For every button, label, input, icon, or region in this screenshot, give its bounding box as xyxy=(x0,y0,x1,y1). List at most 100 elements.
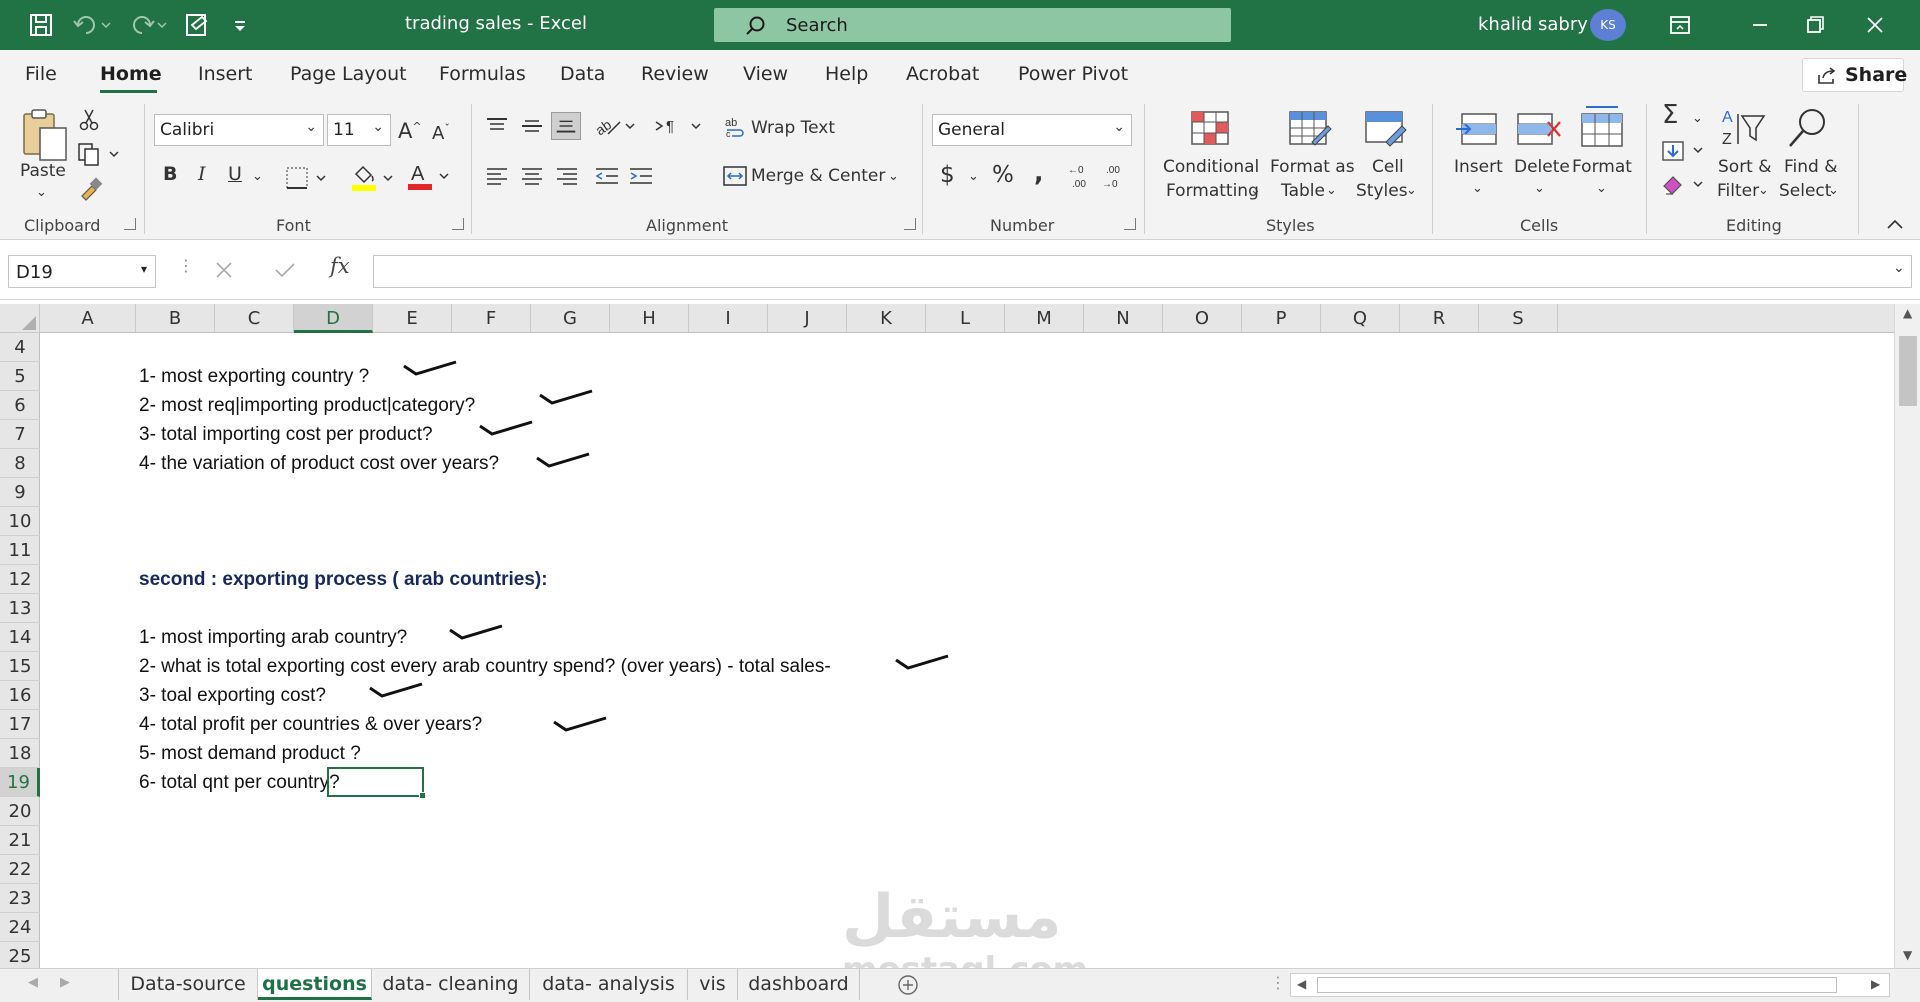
search-box[interactable]: Search xyxy=(714,8,1231,42)
italic-icon[interactable]: I xyxy=(198,163,206,185)
row-header-18[interactable]: 18 xyxy=(0,739,40,768)
align-center-icon[interactable] xyxy=(520,166,544,186)
clear-icon[interactable] xyxy=(1660,172,1708,196)
row-header-14[interactable]: 14 xyxy=(0,623,40,652)
column-header-b[interactable]: B xyxy=(136,304,215,333)
scroll-up-icon[interactable]: ▲ xyxy=(1903,306,1912,320)
font-color-icon[interactable]: A xyxy=(406,160,454,192)
row-header-19[interactable]: 19 xyxy=(0,768,40,797)
vertical-scrollbar[interactable]: ▲ ▼ xyxy=(1894,304,1920,968)
insert-cells-icon[interactable] xyxy=(1454,110,1500,150)
cut-icon[interactable] xyxy=(78,108,100,132)
scroll-down-icon[interactable]: ▼ xyxy=(1903,948,1912,962)
align-middle-icon[interactable] xyxy=(520,116,544,136)
insert-cells-dropdown-icon[interactable]: ⌄ xyxy=(1472,178,1483,200)
form-icon[interactable] xyxy=(184,13,210,37)
merge-dropdown-icon[interactable]: ⌄ xyxy=(888,166,899,188)
cell-b6[interactable]: 2- most req|importing product|category? xyxy=(139,391,475,420)
copy-icon[interactable] xyxy=(76,142,122,166)
ribbon-display-options-icon[interactable] xyxy=(1665,12,1695,38)
column-header-a[interactable]: A xyxy=(40,304,136,333)
cancel-entry-icon[interactable] xyxy=(214,260,234,280)
insert-cells-label[interactable]: Insert xyxy=(1454,156,1503,178)
row-header-6[interactable]: 6 xyxy=(0,391,40,420)
cell-styles-dropdown-icon[interactable]: ⌄ xyxy=(1406,180,1417,202)
row-header-23[interactable]: 23 xyxy=(0,884,40,913)
delete-cells-icon[interactable] xyxy=(1516,110,1562,150)
conditional-formatting-label-2[interactable]: Formatting xyxy=(1166,180,1259,202)
share-button[interactable]: Share xyxy=(1802,58,1907,92)
avatar[interactable]: KS xyxy=(1590,9,1626,41)
close-icon[interactable] xyxy=(1860,12,1890,38)
cell-b14[interactable]: 1- most importing arab country? xyxy=(139,623,407,652)
column-header-p[interactable]: P xyxy=(1242,304,1321,333)
align-left-icon[interactable] xyxy=(485,166,509,186)
find-select-icon[interactable] xyxy=(1786,106,1830,152)
restore-icon[interactable] xyxy=(1800,12,1830,38)
horizontal-scroll-thumb[interactable] xyxy=(1317,977,1837,993)
column-header-h[interactable]: H xyxy=(610,304,689,333)
paste-dropdown-icon[interactable]: ⌄ xyxy=(36,182,47,204)
formula-input[interactable] xyxy=(373,255,1912,288)
tab-review[interactable]: Review xyxy=(641,63,709,85)
cell-b18[interactable]: 5- most demand product ? xyxy=(139,739,361,768)
horizontal-scrollbar[interactable]: ◀ ▶ xyxy=(1290,973,1890,997)
fill-icon[interactable] xyxy=(1660,140,1708,162)
user-name[interactable]: khalid sabry xyxy=(1478,14,1588,35)
sort-filter-icon[interactable]: AZ xyxy=(1720,106,1768,152)
text-direction-icon[interactable]: ¶ xyxy=(654,114,704,138)
tab-home[interactable]: Home xyxy=(100,63,162,85)
format-cells-label[interactable]: Format xyxy=(1572,156,1632,178)
underline-icon[interactable]: U xyxy=(228,163,242,185)
tab-view[interactable]: View xyxy=(743,63,788,85)
align-right-icon[interactable] xyxy=(555,166,579,186)
decrease-font-size-icon[interactable]: Aˇ xyxy=(432,118,450,145)
row-header-9[interactable]: 9 xyxy=(0,478,40,507)
row-header-21[interactable]: 21 xyxy=(0,826,40,855)
row-header-11[interactable]: 11 xyxy=(0,536,40,565)
column-header-d[interactable]: D xyxy=(294,304,373,333)
number-launcher-icon[interactable] xyxy=(1124,218,1136,230)
delete-cells-label[interactable]: Delete xyxy=(1514,156,1570,178)
row-header-20[interactable]: 20 xyxy=(0,797,40,826)
tab-power-pivot[interactable]: Power Pivot xyxy=(1018,63,1128,85)
row-header-15[interactable]: 15 xyxy=(0,652,40,681)
tab-file[interactable]: File xyxy=(25,63,57,85)
comma-style-icon[interactable]: , xyxy=(1034,160,1044,185)
next-sheet-icon[interactable]: ▶ xyxy=(60,975,70,990)
column-header-s[interactable]: S xyxy=(1479,304,1558,333)
column-header-g[interactable]: G xyxy=(531,304,610,333)
format-as-table-dropdown-icon[interactable]: ⌄ xyxy=(1326,180,1337,202)
vertical-scroll-thumb[interactable] xyxy=(1899,336,1917,406)
column-header-e[interactable]: E xyxy=(373,304,452,333)
name-box[interactable]: D19 ▾ xyxy=(8,255,156,288)
format-cells-icon[interactable] xyxy=(1580,104,1624,150)
merge-center-label[interactable]: Merge & Center xyxy=(751,165,885,187)
cell-b17[interactable]: 4- total profit per countries & over yea… xyxy=(139,710,482,739)
tab-page-layout[interactable]: Page Layout xyxy=(290,63,407,85)
wrap-text-label[interactable]: Wrap Text xyxy=(751,117,835,139)
column-header-j[interactable]: J xyxy=(768,304,847,333)
find-select-dropdown-icon[interactable]: ⌄ xyxy=(1828,180,1839,202)
row-header-22[interactable]: 22 xyxy=(0,855,40,884)
currency-icon[interactable]: $ xyxy=(940,164,955,187)
active-cell-d19[interactable] xyxy=(327,767,426,799)
sort-filter-dropdown-icon[interactable]: ⌄ xyxy=(1758,180,1769,202)
new-sheet-icon[interactable] xyxy=(897,974,919,996)
wrap-text-icon[interactable]: abc xyxy=(724,116,748,138)
decrease-decimal-icon[interactable]: .00→0 xyxy=(1100,162,1128,190)
merge-center-icon[interactable] xyxy=(722,164,748,188)
bold-icon[interactable]: B xyxy=(163,163,177,185)
sheet-tab-data-analysis[interactable]: data- analysis xyxy=(530,969,688,1000)
undo-icon[interactable] xyxy=(72,13,112,37)
paste-icon[interactable] xyxy=(18,106,70,164)
cell-b15[interactable]: 2- what is total exporting cost every ar… xyxy=(139,652,831,681)
column-header-l[interactable]: L xyxy=(926,304,1005,333)
tab-data[interactable]: Data xyxy=(560,63,605,85)
prev-sheet-icon[interactable]: ◀ xyxy=(28,975,38,990)
sheet-tab-questions[interactable]: questions xyxy=(258,969,372,1000)
increase-decimal-icon[interactable]: ←0.00 xyxy=(1066,162,1094,190)
row-header-24[interactable]: 24 xyxy=(0,913,40,942)
redo-icon[interactable] xyxy=(128,13,168,37)
sheet-tab-dashboard[interactable]: dashboard xyxy=(738,969,860,1000)
